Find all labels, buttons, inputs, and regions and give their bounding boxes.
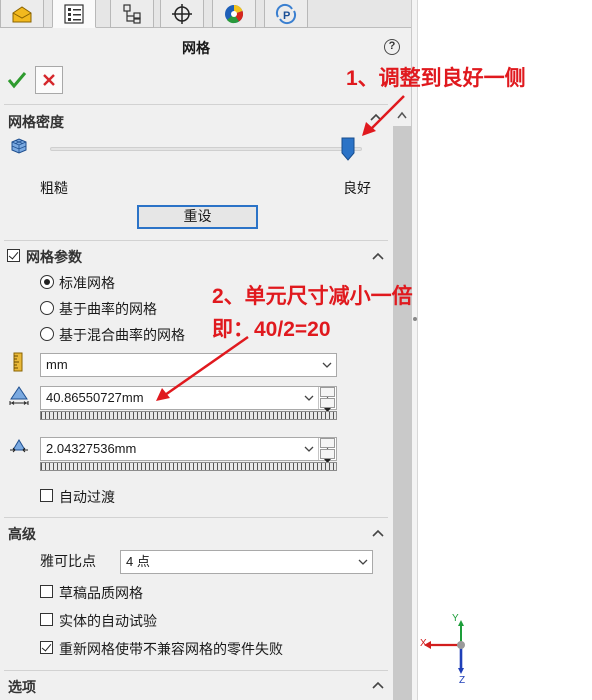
spin-up-button[interactable] — [320, 438, 335, 452]
section-divider — [4, 670, 388, 671]
jacobian-select[interactable]: 4 点 — [120, 550, 373, 574]
spin-up-button[interactable] — [320, 387, 335, 401]
standard-mesh-label: 标准网格 — [59, 275, 115, 291]
scrollbar-thumb[interactable] — [393, 126, 411, 700]
property-manager-panel: P 网格 ? 网格密度 粗糙 良好 重设 网格参数 标准网格 基于曲率的网格 基… — [0, 0, 412, 700]
simulation-icon: P — [275, 3, 297, 24]
chevron-down-icon — [358, 559, 368, 565]
global-size-spinner[interactable] — [318, 387, 336, 412]
unit-select-value: mm — [46, 357, 68, 372]
radio-blended-curvature-mesh[interactable] — [40, 327, 54, 341]
chevron-down-icon[interactable] — [304, 446, 314, 453]
tab-dimxpert-manager[interactable] — [160, 0, 204, 28]
mesh-density-title: 网格密度 — [8, 114, 64, 130]
jacobian-select-value: 4 点 — [126, 554, 150, 569]
blended-curvature-mesh-label: 基于混合曲率的网格 — [59, 327, 185, 343]
triad-x-label: X — [420, 638, 427, 649]
global-size-value: 40.86550727mm — [46, 390, 144, 405]
tolerance-spinner[interactable] — [318, 438, 336, 463]
advanced-title: 高级 — [8, 526, 36, 542]
triad-y-label: Y — [452, 613, 459, 624]
tab-feature-manager[interactable] — [0, 0, 44, 28]
chevron-down-icon — [322, 362, 332, 368]
slider-thumb[interactable] — [341, 137, 355, 161]
auto-transition-label: 自动过渡 — [59, 489, 115, 505]
property-list-icon — [64, 3, 84, 24]
configuration-icon — [123, 3, 141, 24]
cancel-button[interactable] — [35, 66, 63, 94]
app-root: P 网格 ? 网格密度 粗糙 良好 重设 网格参数 标准网格 基于曲率的网格 基… — [0, 0, 592, 700]
annotation-step1: 1、调整到良好一侧 — [346, 67, 526, 90]
color-wheel-icon — [225, 4, 244, 23]
section-divider — [4, 517, 388, 518]
axis-triad-icon — [424, 620, 465, 674]
tolerance-input[interactable]: 2.04327536mm — [40, 437, 337, 463]
panel-splitter[interactable] — [412, 0, 418, 700]
global-size-input[interactable]: 40.86550727mm — [40, 386, 337, 412]
chevron-up-icon[interactable] — [371, 251, 385, 261]
global-size-thumbwheel[interactable] — [40, 411, 337, 420]
annotation-step2-line2: 即：40/2=20 — [212, 318, 331, 341]
splitter-handle-icon[interactable] — [412, 312, 418, 326]
tolerance-icon — [10, 439, 28, 453]
draft-quality-checkbox[interactable] — [40, 585, 53, 598]
radio-standard-mesh[interactable] — [40, 275, 54, 289]
mesh-params-title: 网格参数 — [26, 249, 82, 265]
options-title: 选项 — [8, 679, 36, 695]
tab-property-manager[interactable] — [52, 0, 96, 28]
coarse-label: 粗糙 — [40, 180, 68, 196]
spin-down-button[interactable] — [320, 398, 335, 412]
checkmark-icon — [7, 72, 27, 89]
unit-select[interactable]: mm — [40, 353, 337, 377]
curvature-mesh-label: 基于曲率的网格 — [59, 301, 157, 317]
spin-down-button[interactable] — [320, 449, 335, 463]
chevron-down-icon[interactable] — [304, 395, 314, 402]
tab-configuration-manager[interactable] — [110, 0, 154, 28]
radio-curvature-mesh[interactable] — [40, 301, 54, 315]
chevron-up-icon[interactable] — [371, 680, 385, 690]
mesh-density-icon — [11, 138, 27, 154]
coordinate-triad: Y X Z — [415, 613, 475, 687]
section-divider — [4, 240, 388, 241]
close-icon — [43, 74, 55, 86]
section-divider — [4, 104, 388, 105]
manager-tab-bar: P — [0, 0, 411, 28]
tolerance-thumbwheel[interactable] — [40, 462, 337, 471]
annotation-step2-line1: 2、单元尺寸减小一倍 — [212, 285, 413, 308]
ok-button[interactable] — [6, 68, 28, 92]
tolerance-value: 2.04327536mm — [46, 441, 137, 456]
help-icon[interactable]: ? — [384, 39, 400, 55]
chevron-up-icon[interactable] — [369, 112, 383, 122]
mesh-params-checkbox[interactable] — [7, 249, 20, 262]
scroll-up-icon[interactable] — [396, 110, 408, 120]
remesh-fail-checkbox[interactable] — [40, 641, 53, 654]
jacobian-label: 雅可比点 — [40, 553, 96, 569]
feature-manager-icon — [12, 5, 32, 22]
auto-transition-checkbox[interactable] — [40, 489, 53, 502]
mesh-density-slider[interactable] — [50, 137, 362, 161]
auto-trials-label: 实体的自动试验 — [59, 613, 157, 629]
fine-label: 良好 — [343, 180, 371, 196]
tab-display-manager[interactable] — [212, 0, 256, 28]
global-size-icon — [9, 386, 29, 405]
ruler-icon — [13, 352, 23, 372]
remesh-fail-label: 重新网格使带不兼容网格的零件失败 — [59, 641, 283, 657]
reset-button[interactable]: 重设 — [137, 205, 258, 229]
tab-simulation-manager[interactable]: P — [264, 0, 308, 28]
draft-quality-label: 草稿品质网格 — [59, 585, 143, 601]
svg-text:P: P — [283, 10, 290, 22]
panel-scrollbar[interactable] — [392, 104, 411, 700]
triad-z-label: Z — [459, 675, 466, 686]
auto-trials-checkbox[interactable] — [40, 613, 53, 626]
chevron-up-icon[interactable] — [371, 528, 385, 538]
page-title: 网格 — [182, 40, 210, 56]
crosshair-icon — [172, 3, 192, 24]
